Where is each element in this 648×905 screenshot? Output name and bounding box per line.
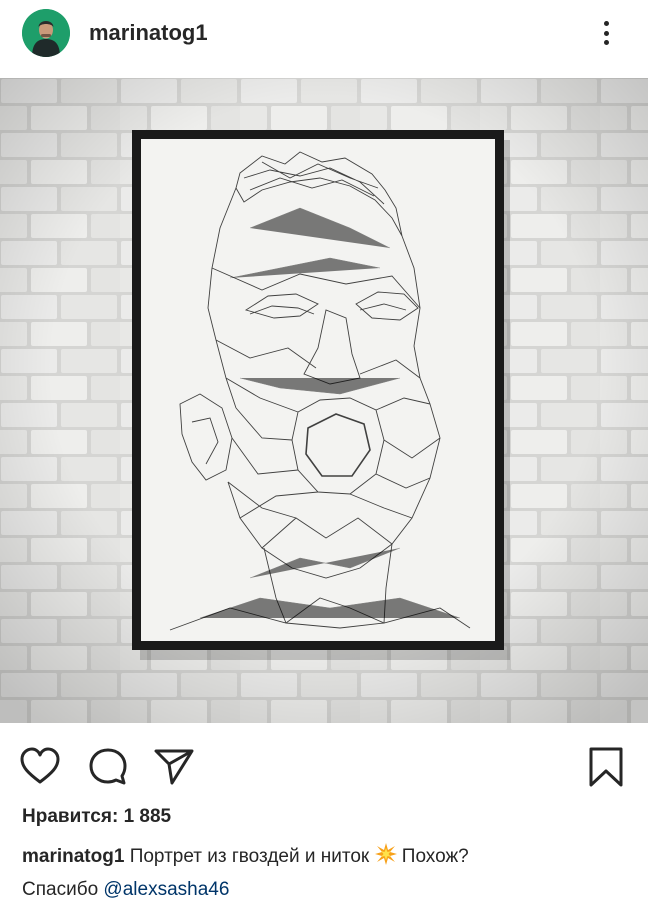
- avatar[interactable]: [22, 9, 70, 57]
- bookmark-icon[interactable]: [584, 745, 628, 789]
- caption-line-2: Спасибо @alexsasha46: [22, 875, 632, 905]
- username[interactable]: marinatog1: [89, 20, 208, 46]
- heart-icon[interactable]: [18, 745, 62, 789]
- caption-text-3: Спасибо: [22, 879, 104, 900]
- more-dot: [603, 40, 609, 45]
- caption-text: Портрет из гвоздей и ниток: [124, 846, 375, 867]
- likes-count[interactable]: Нравится: 1 885: [22, 806, 171, 828]
- caption-text-2: Похож?: [396, 846, 469, 867]
- string-art-photo: [0, 78, 648, 723]
- collision-emoji-icon: [374, 843, 397, 875]
- more-dot: [603, 21, 609, 26]
- mention-link[interactable]: @alexsasha46: [103, 879, 229, 900]
- more-vertical-icon[interactable]: [596, 18, 616, 48]
- caption-line-1: marinatog1 Портрет из гвоздей и ниток По…: [22, 842, 632, 875]
- comment-icon[interactable]: [86, 745, 130, 789]
- send-icon[interactable]: [152, 745, 196, 789]
- action-bar: [0, 735, 648, 795]
- caption: marinatog1 Портрет из гвоздей и ниток По…: [22, 842, 632, 905]
- post-image[interactable]: [0, 78, 648, 723]
- more-dot: [603, 30, 609, 36]
- post-header: marinatog1: [0, 0, 648, 78]
- caption-username[interactable]: marinatog1: [22, 846, 124, 867]
